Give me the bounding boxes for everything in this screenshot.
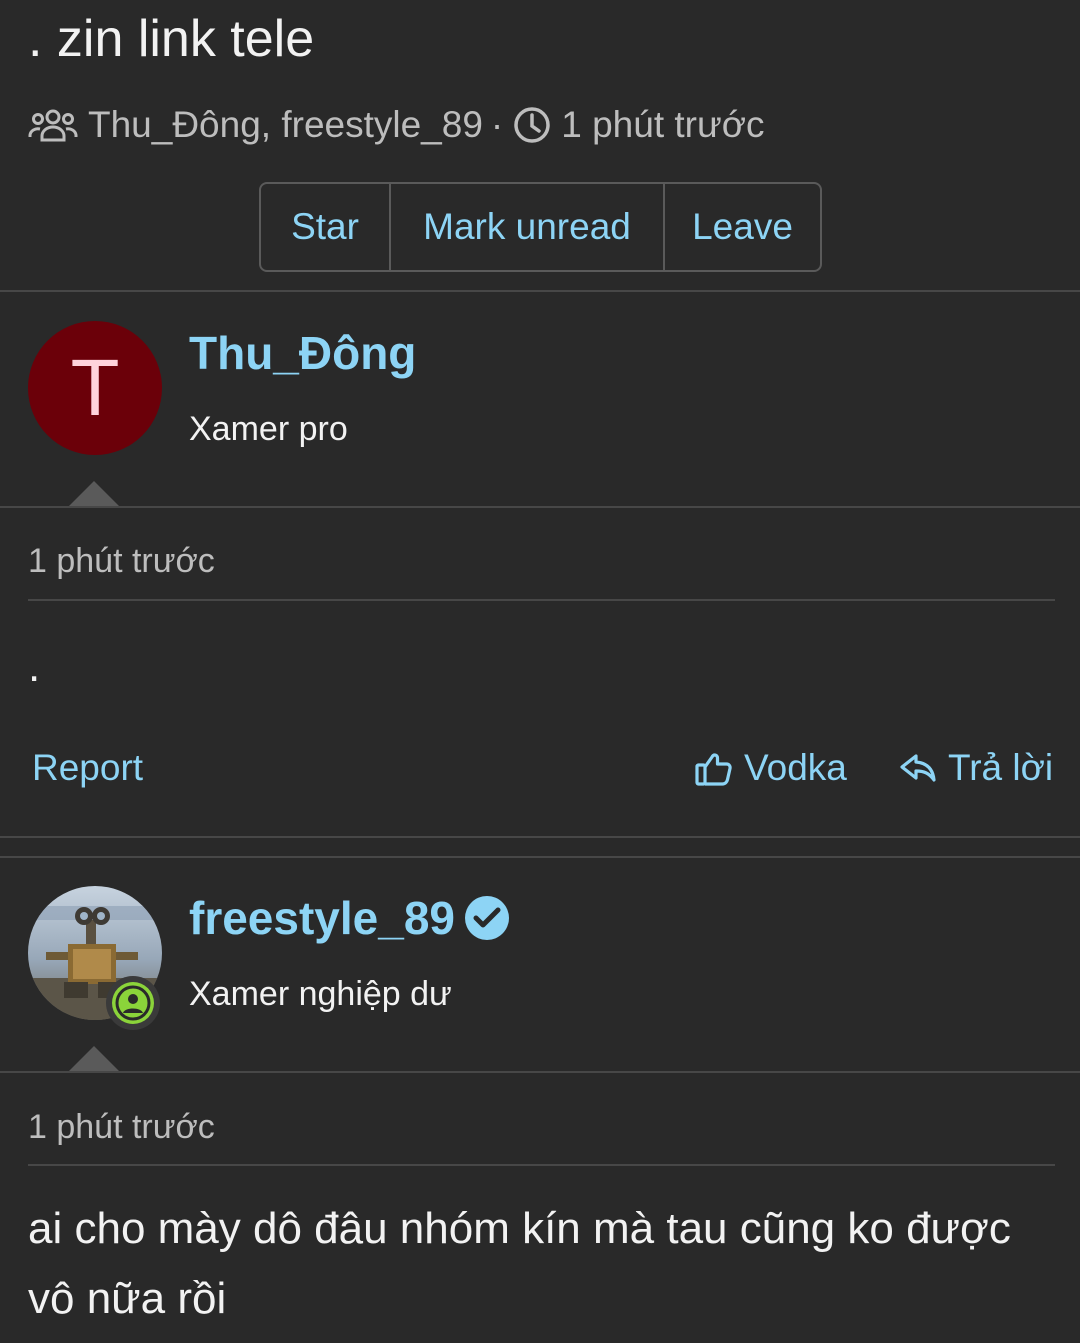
divider — [0, 1071, 1080, 1073]
divider — [0, 836, 1080, 838]
message-pointer — [68, 481, 120, 507]
user-title: Xamer pro — [189, 410, 348, 448]
mark-unread-button[interactable]: Mark unread — [389, 184, 663, 270]
avatar[interactable]: T — [28, 321, 162, 455]
message-body: ai cho mày dô đâu nhóm kín mà tau cũng k… — [28, 1204, 1011, 1323]
like-button[interactable]: Vodka — [694, 740, 847, 796]
users-icon — [28, 109, 78, 142]
reply-label: Trả lời — [948, 747, 1054, 788]
clock-icon — [514, 107, 550, 143]
online-status — [106, 976, 160, 1030]
thread-meta: Thu_Đông, freestyle_89 · 1 phút trước — [28, 100, 765, 150]
meta-separator: · — [490, 104, 504, 145]
message-time[interactable]: 1 phút trước — [28, 542, 215, 581]
message-actions: Report Vodka Trả lời — [28, 740, 1053, 796]
thread-actions: Star Mark unread Leave — [259, 182, 822, 272]
like-label: Vodka — [744, 747, 847, 788]
online-user-icon — [112, 982, 154, 1024]
reply-icon — [900, 754, 936, 782]
message-pointer — [68, 1046, 120, 1072]
avatar-letter: T — [70, 343, 120, 432]
divider — [28, 1164, 1055, 1166]
message-author[interactable]: Thu_Đông — [189, 326, 416, 380]
thumbs-up-icon — [695, 753, 732, 786]
message-body: . — [28, 642, 41, 691]
thread-title: . zin link tele — [28, 10, 315, 68]
verified-check-icon — [464, 896, 509, 940]
reply-button[interactable]: Trả lời — [898, 740, 1053, 796]
leave-button[interactable]: Leave — [663, 184, 820, 270]
thread-participants: Thu_Đông, freestyle_89 — [88, 104, 483, 145]
star-button[interactable]: Star — [261, 184, 389, 270]
conversation-page: . zin link tele Thu_Đông, freestyle_89 ·… — [0, 0, 1080, 1343]
divider — [0, 506, 1080, 508]
report-link[interactable]: Report — [32, 740, 143, 796]
author-name: freestyle_89 — [189, 892, 455, 944]
user-title: Xamer nghiệp dư — [189, 975, 452, 1013]
thread-time: 1 phút trước — [561, 104, 765, 145]
divider — [0, 290, 1080, 292]
message-author[interactable]: freestyle_89 — [189, 891, 511, 945]
divider — [0, 856, 1080, 858]
message-time[interactable]: 1 phút trước — [28, 1108, 215, 1147]
divider — [28, 599, 1055, 601]
